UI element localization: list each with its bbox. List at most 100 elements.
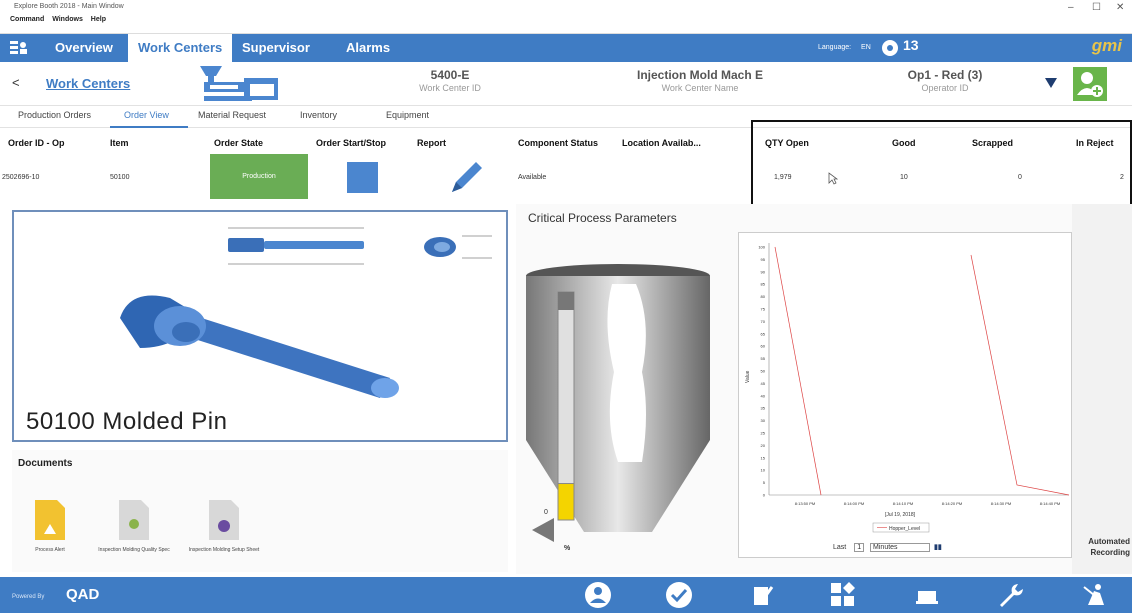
y-tick-label: 45 [761,381,766,386]
y-tick-label: 25 [761,431,766,436]
doc-process-alert[interactable]: Process Alert [14,500,86,553]
trend-chart-svg: Value [Jul 19, 2018] Hopper_Level 100959… [745,243,1070,533]
alert-document-icon [35,500,65,540]
doc-quality-spec[interactable]: Inspection Molding Quality Spec [98,500,170,553]
back-button[interactable]: < [12,75,20,90]
work-center-id-value: 5400-E [430,68,470,82]
add-operator-button[interactable] [1073,67,1107,101]
operator-dropdown-icon[interactable] [1045,78,1057,88]
app-root: Explore Booth 2018 - Main Window Command… [0,0,1132,613]
top-nav: Overview Work Centers Supervisor Alarms … [0,34,1132,62]
y-axis-label: Value [745,370,751,383]
qty-highlight-box [751,120,1132,206]
menu-command[interactable]: Command [10,16,44,23]
part-drawing-panel: 50100 Molded Pin [12,210,508,442]
subtab-material-request[interactable]: Material Request [198,110,266,120]
gear-icon[interactable] [881,39,899,57]
order-stop-button[interactable] [347,162,378,193]
hopper-graphic: 0 % [526,264,710,552]
minimize-button[interactable]: – [1068,2,1074,13]
checklist-icon[interactable] [748,581,778,609]
right-gutter [1072,204,1132,574]
active-subtab-indicator [110,126,188,128]
molded-pin-3d-image [120,295,399,398]
documents-title: Documents [18,458,73,469]
machine-icon[interactable] [912,581,942,609]
gauge-unit-label: % [564,545,571,552]
cell-order-id: 2502696-10 [2,174,40,181]
y-tick-label: 75 [761,307,766,312]
tab-work-centers[interactable]: Work Centers [128,34,233,62]
pause-icon[interactable]: ▮▮ [934,543,942,551]
y-tick-label: 20 [761,443,766,448]
order-state-button[interactable]: Production [210,154,308,199]
timespan-stepper[interactable]: 1 [854,543,865,552]
level-gauge-fill [557,483,575,521]
y-tick-label: 55 [761,356,766,361]
bottom-toolbar: Powered By QAD [0,577,1132,613]
x-tick-label: 8:14:40 PM [1040,501,1060,506]
work-center-name-label: Work Center Name [661,83,739,93]
operator-icon[interactable] [1080,581,1110,609]
brand-logo: gmi [1091,36,1122,55]
doc-label: Inspection Molding Quality Spec [98,547,170,553]
tab-supervisor[interactable]: Supervisor [232,34,320,62]
y-tick-label: 40 [761,393,766,398]
y-tick-label: 15 [761,455,766,460]
y-tick-label: 35 [761,406,766,411]
part-title: 50100 Molded Pin [26,408,228,435]
work-centers-link[interactable]: Work Centers [46,76,130,91]
cell-item: 50100 [110,174,130,181]
menu-windows[interactable]: Windows [52,16,83,23]
col-report: Report [417,138,446,148]
subtab-inventory[interactable]: Inventory [300,110,337,120]
powered-by-label: Powered By [12,594,45,600]
close-button[interactable]: ✕ [1116,2,1124,13]
dashboard-icon[interactable] [828,581,858,609]
work-center-name-field: Injection Mold Mach E Work Center Name [600,68,800,93]
user-icon[interactable] [583,581,613,609]
language-label: Language: [818,44,852,51]
window-titlebar: Explore Booth 2018 - Main Window Command… [0,0,1132,34]
x-tick-label: 8:14:00 PM [844,501,864,506]
subtab-equipment[interactable]: Equipment [386,110,429,120]
menu-help[interactable]: Help [91,16,106,23]
work-center-header: < Work Centers 5400-E Work Center ID Inj… [0,62,1132,106]
alert-count-badge: 13 [903,37,919,53]
hopper-level-series [970,254,1070,496]
subtab-production-orders[interactable]: Production Orders [18,110,91,120]
doc-setup-sheet[interactable]: Inspection Molding Setup Sheet [188,500,260,553]
cell-component-status: Available [518,174,547,181]
hopper-level-series [774,246,822,496]
work-center-id-label: Work Center ID [419,83,481,93]
app-menu-icon[interactable] [10,40,28,56]
trend-chart: Value [Jul 19, 2018] Hopper_Level 100 95 9… [738,232,1072,558]
language-selector[interactable]: Language: EN [818,44,871,51]
qad-logo: QAD [66,586,100,603]
col-location-availability: Location Availab... [622,138,701,148]
wrench-icon[interactable] [996,581,1026,609]
x-axis-date: [Jul 19, 2018] [885,512,916,518]
level-pointer-icon [532,518,554,542]
critical-params-panel: Critical Process Parameters 0 % Value [J… [516,204,1072,574]
col-component-status: Component Status [518,138,598,148]
work-center-id-field: 5400-E Work Center ID [380,68,520,93]
check-icon[interactable] [664,581,694,609]
y-tick-label: 30 [761,418,766,423]
documents-panel: Documents Process Alert Inspection Moldi… [12,450,508,572]
subtab-order-view[interactable]: Order View [124,110,169,120]
maximize-button[interactable]: ☐ [1092,2,1101,13]
tab-overview[interactable]: Overview [45,34,123,62]
y-tick-label: 65 [761,331,766,336]
work-center-name-value: Injection Mold Mach E [636,68,763,82]
x-tick-label: 8:14:10 PM [893,501,913,506]
tab-alarms[interactable]: Alarms [336,34,400,62]
end-view-drawing [424,235,492,259]
operator-field[interactable]: Op1 - Red (3) Operator ID [880,68,1010,93]
pencil-icon[interactable] [446,158,486,198]
col-order-state: Order State [214,138,264,148]
y-tick-label: 80 [761,294,766,299]
timespan-unit-select[interactable]: Minutes [870,543,931,552]
y-tick-label: 50 [761,369,766,374]
gauge-zero-label: 0 [544,509,548,516]
